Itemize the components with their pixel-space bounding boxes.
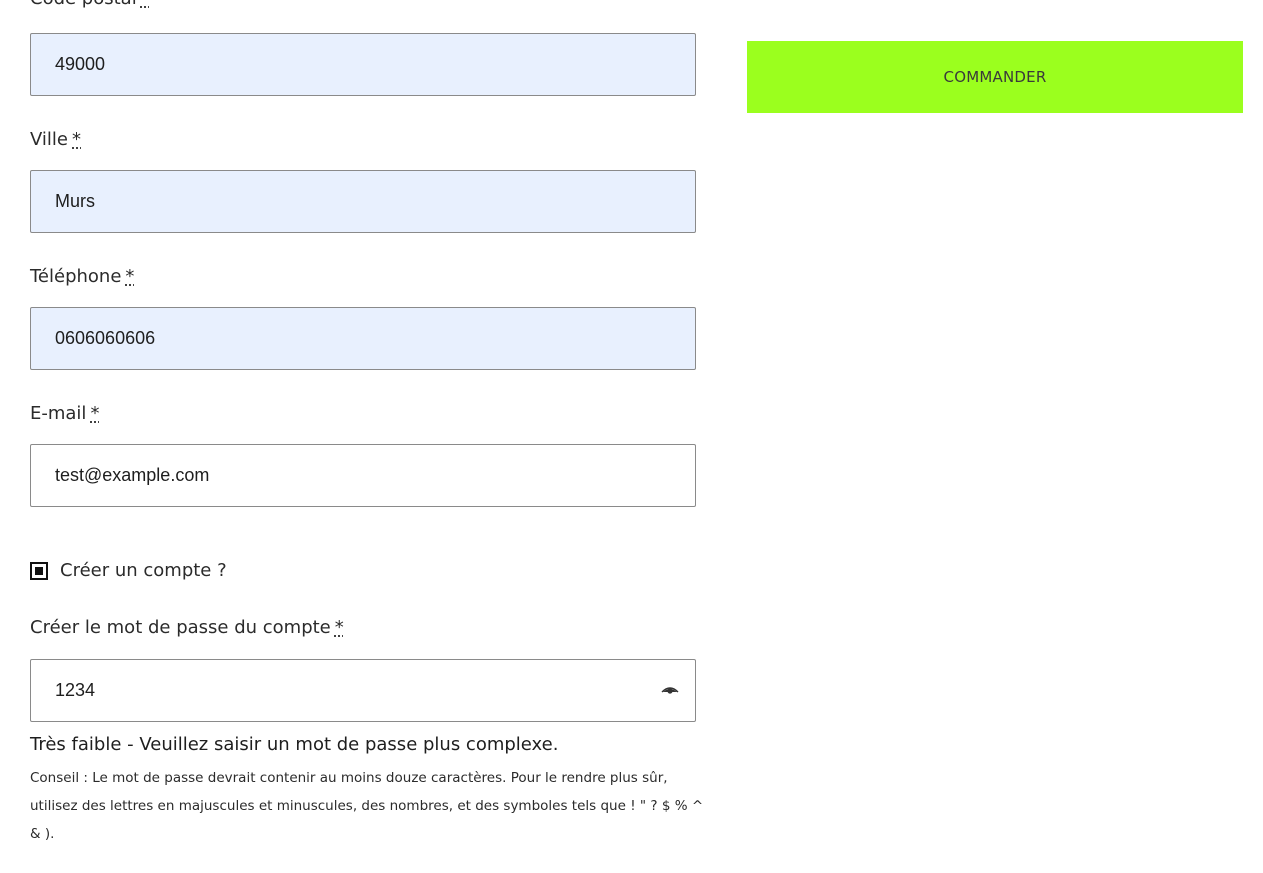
postal-code-label: Code postal * <box>30 0 150 9</box>
required-mark: * <box>125 266 135 287</box>
required-mark: * <box>90 403 100 424</box>
phone-label-text: Téléphone <box>30 266 122 287</box>
password-input[interactable]: 1234 <box>30 659 696 722</box>
phone-input[interactable]: 0606060606 <box>30 307 696 370</box>
password-value: 1234 <box>55 680 96 700</box>
phone-value: 0606060606 <box>55 328 156 348</box>
email-label-text: E-mail <box>30 403 87 424</box>
city-label: Ville * <box>30 129 81 150</box>
city-label-text: Ville <box>30 129 68 150</box>
create-account-row[interactable]: Créer un compte ? <box>30 560 227 581</box>
checkbox-checked-mark <box>35 566 43 575</box>
required-mark: * <box>72 129 81 150</box>
required-mark: * <box>141 0 150 9</box>
postal-code-value: 49000 <box>55 54 106 74</box>
password-label-text: Créer le mot de passe du compte <box>30 617 331 638</box>
city-value: Murs <box>55 191 95 211</box>
phone-label: Téléphone * <box>30 266 134 287</box>
eye-icon[interactable] <box>661 685 679 697</box>
postal-code-input[interactable]: 49000 <box>30 33 696 96</box>
password-strength-text: Très faible - Veuillez saisir un mot de … <box>30 734 559 755</box>
create-account-checkbox[interactable] <box>30 561 48 580</box>
email-value: test@example.com <box>55 465 210 485</box>
order-button-label: COMMANDER <box>943 68 1047 86</box>
email-input[interactable]: test@example.com <box>30 444 696 507</box>
checkout-page: Code postal* 49000 Ville* Murs Téléphone… <box>0 0 1263 873</box>
postal-code-label-text: Code postal <box>30 0 137 9</box>
required-mark: * <box>334 617 344 638</box>
order-button[interactable]: COMMANDER <box>747 41 1243 113</box>
email-label: E-mail * <box>30 403 99 424</box>
password-hint-text: Conseil : Le mot de passe devrait conten… <box>30 770 704 842</box>
password-label: Créer le mot de passe du compte * <box>30 617 344 638</box>
create-account-label: Créer un compte ? <box>60 560 227 581</box>
city-input[interactable]: Murs <box>30 170 696 233</box>
